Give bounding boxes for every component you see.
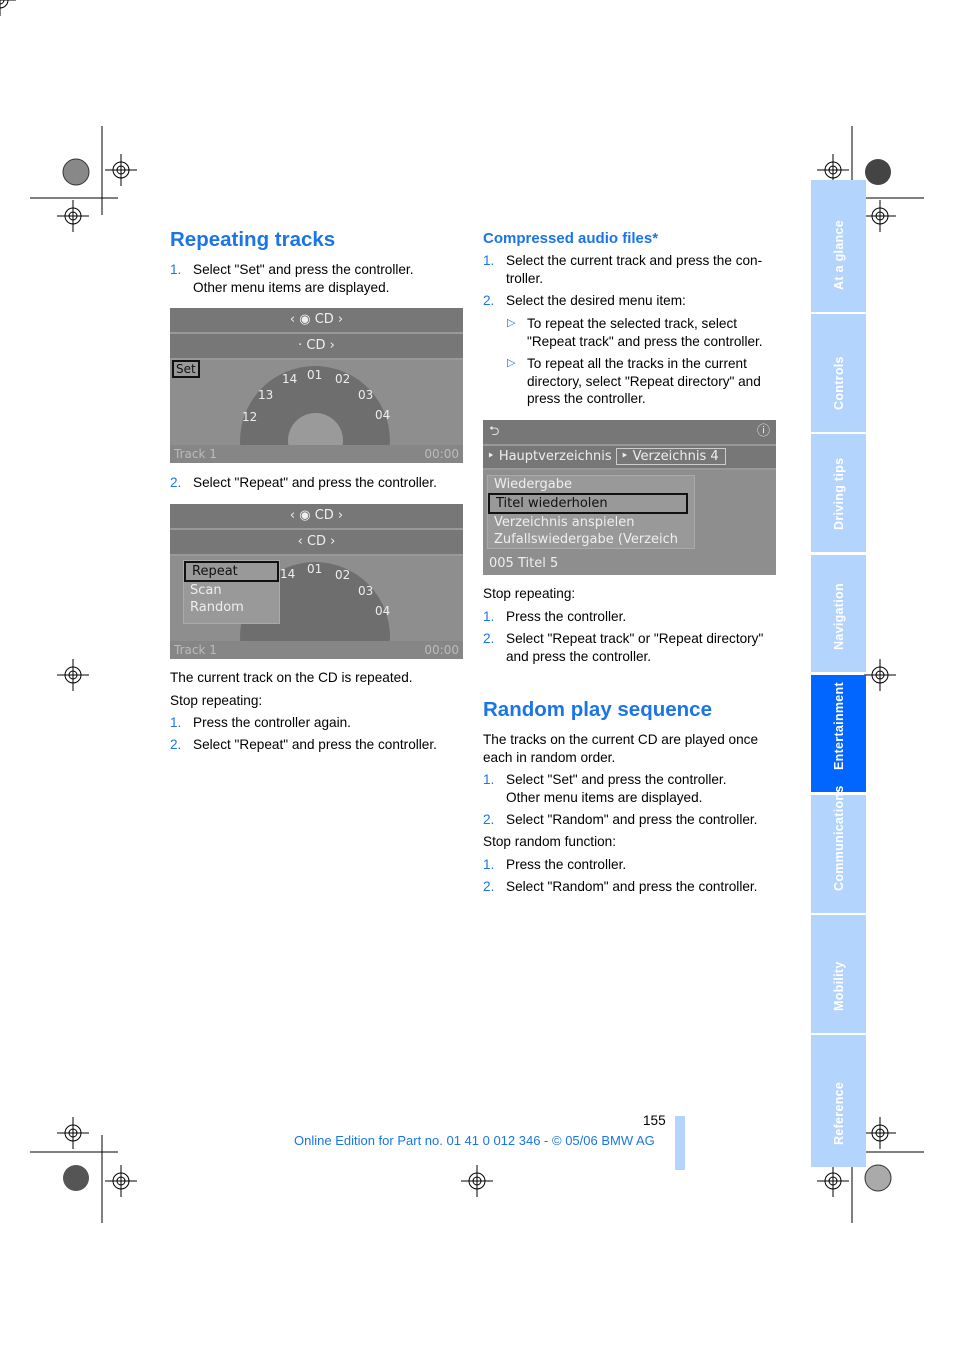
list-item: 2. Select "Repeat" and press the controll… [170, 475, 437, 490]
options-menu: Wiedergabe Titel wiederholen Verzeichnis… [487, 475, 695, 549]
set-option: Set [172, 360, 200, 378]
paragraph: Stop repeating: [170, 693, 263, 708]
paragraph: The current track on the CD is repeated. [170, 670, 413, 685]
current-track: 005 Titel 5 [489, 556, 559, 571]
section-title: Compressed audio files* [483, 230, 659, 247]
track-number: 01 [307, 562, 323, 576]
sub-bar: · CD › [170, 334, 463, 360]
back-icon[interactable]: ⮌ [489, 424, 499, 439]
directory-main[interactable]: Hauptverzeichnis [499, 449, 612, 464]
track-number: 01 [307, 368, 323, 382]
menu-item-random[interactable]: Random [184, 599, 279, 616]
list-item: 2. Select the desired menu item: [483, 293, 686, 308]
track-number: 04 [375, 408, 391, 422]
track-number: 03 [358, 584, 374, 598]
list-item: 1. Select "Set" and press the controller.… [170, 262, 414, 295]
tab-mobility[interactable]: Mobility [811, 915, 866, 1033]
tab-communications[interactable]: Communications [811, 785, 866, 913]
menu-item-scan[interactable]: Scan [184, 582, 279, 599]
page-number: 155 [643, 1113, 666, 1128]
top-bar: ⮌ ⓘ [483, 420, 776, 446]
list-item: 1. Press the controller. [483, 609, 627, 624]
audio-files-screen: ⮌ ⓘ ‣ Hauptverzeichnis ‣ Verzeichnis 4 Wi… [483, 420, 776, 575]
menu-item[interactable]: Verzeichnis anspielen [488, 514, 694, 531]
list-item: 2. Select "Random" and press the controll… [483, 812, 758, 827]
top-bar: ‹ ◉ CD › [170, 308, 463, 334]
track-number: 14 [282, 372, 298, 386]
menu-item[interactable]: Wiedergabe [488, 476, 694, 493]
cd-screen-menu: ‹ ◉ CD › ‹ CD › 01 14 02 03 04 Repeat Sc… [170, 504, 463, 659]
track-number: 03 [358, 388, 374, 402]
status-bar: Track 1 00:00 [170, 445, 463, 463]
sub-item: ▷ To repeat all the tracks in the current… [507, 356, 761, 406]
section-title: Random play sequence [483, 698, 712, 721]
menu-item[interactable]: Zufallswiedergabe (Verzeich [488, 531, 694, 548]
track-number: 12 [242, 410, 258, 424]
cd-screen-set: ‹ ◉ CD › · CD › Set 01 14 02 03 04 13 12… [170, 308, 463, 463]
paragraph: The tracks on the current CD are played … [483, 732, 759, 765]
section-title: Repeating tracks [170, 228, 336, 251]
status-bar: Track 1 00:00 [170, 641, 463, 659]
list-item: 1. Press the controller again. [170, 715, 351, 730]
directory-current[interactable]: ‣ Verzeichnis 4 [615, 448, 726, 465]
info-icon: ⓘ [756, 424, 770, 439]
tab-navigation[interactable]: Navigation [811, 555, 866, 672]
paragraph: Stop random function: [483, 834, 616, 849]
list-item: 1. Press the controller. [483, 857, 627, 872]
tab-driving-tips[interactable]: Driving tips [811, 434, 866, 552]
directory-bar: ‣ Hauptverzeichnis ‣ Verzeichnis 4 [483, 446, 776, 470]
list-item: 1. Select the current track and press the… [483, 253, 763, 286]
list-item: 2. Select "Repeat track" or "Repeat direc… [483, 631, 764, 664]
tab-controls[interactable]: Controls [811, 314, 866, 432]
edition-note: Online Edition for Part no. 01 41 0 012 … [294, 1133, 655, 1148]
list-item: 1. Select "Set" and press the controller.… [483, 772, 727, 805]
sub-bar: ‹ CD › [170, 530, 463, 556]
options-menu: Repeat Scan Random [183, 560, 280, 624]
top-bar: ‹ ◉ CD › [170, 504, 463, 530]
sub-item: ▷ To repeat the selected track, select "Re… [507, 316, 763, 349]
tab-at-a-glance[interactable]: At a glance [811, 180, 866, 312]
list-item: 2. Select "Repeat" and press the controll… [170, 737, 437, 752]
tab-entertainment[interactable]: Entertainment [811, 675, 866, 792]
track-number: 02 [335, 372, 351, 386]
track-number: 02 [335, 568, 351, 582]
paragraph: Stop repeating: [483, 586, 576, 601]
page-marker [675, 1116, 685, 1170]
menu-item-repeat[interactable]: Repeat [184, 561, 279, 582]
track-number: 13 [258, 388, 274, 402]
track-number: 04 [375, 604, 391, 618]
track-number: 14 [280, 567, 296, 581]
tab-reference[interactable]: Reference [811, 1035, 866, 1167]
menu-item[interactable]: Titel wiederholen [488, 493, 688, 514]
list-item: 2. Select "Random" and press the controll… [483, 879, 758, 894]
